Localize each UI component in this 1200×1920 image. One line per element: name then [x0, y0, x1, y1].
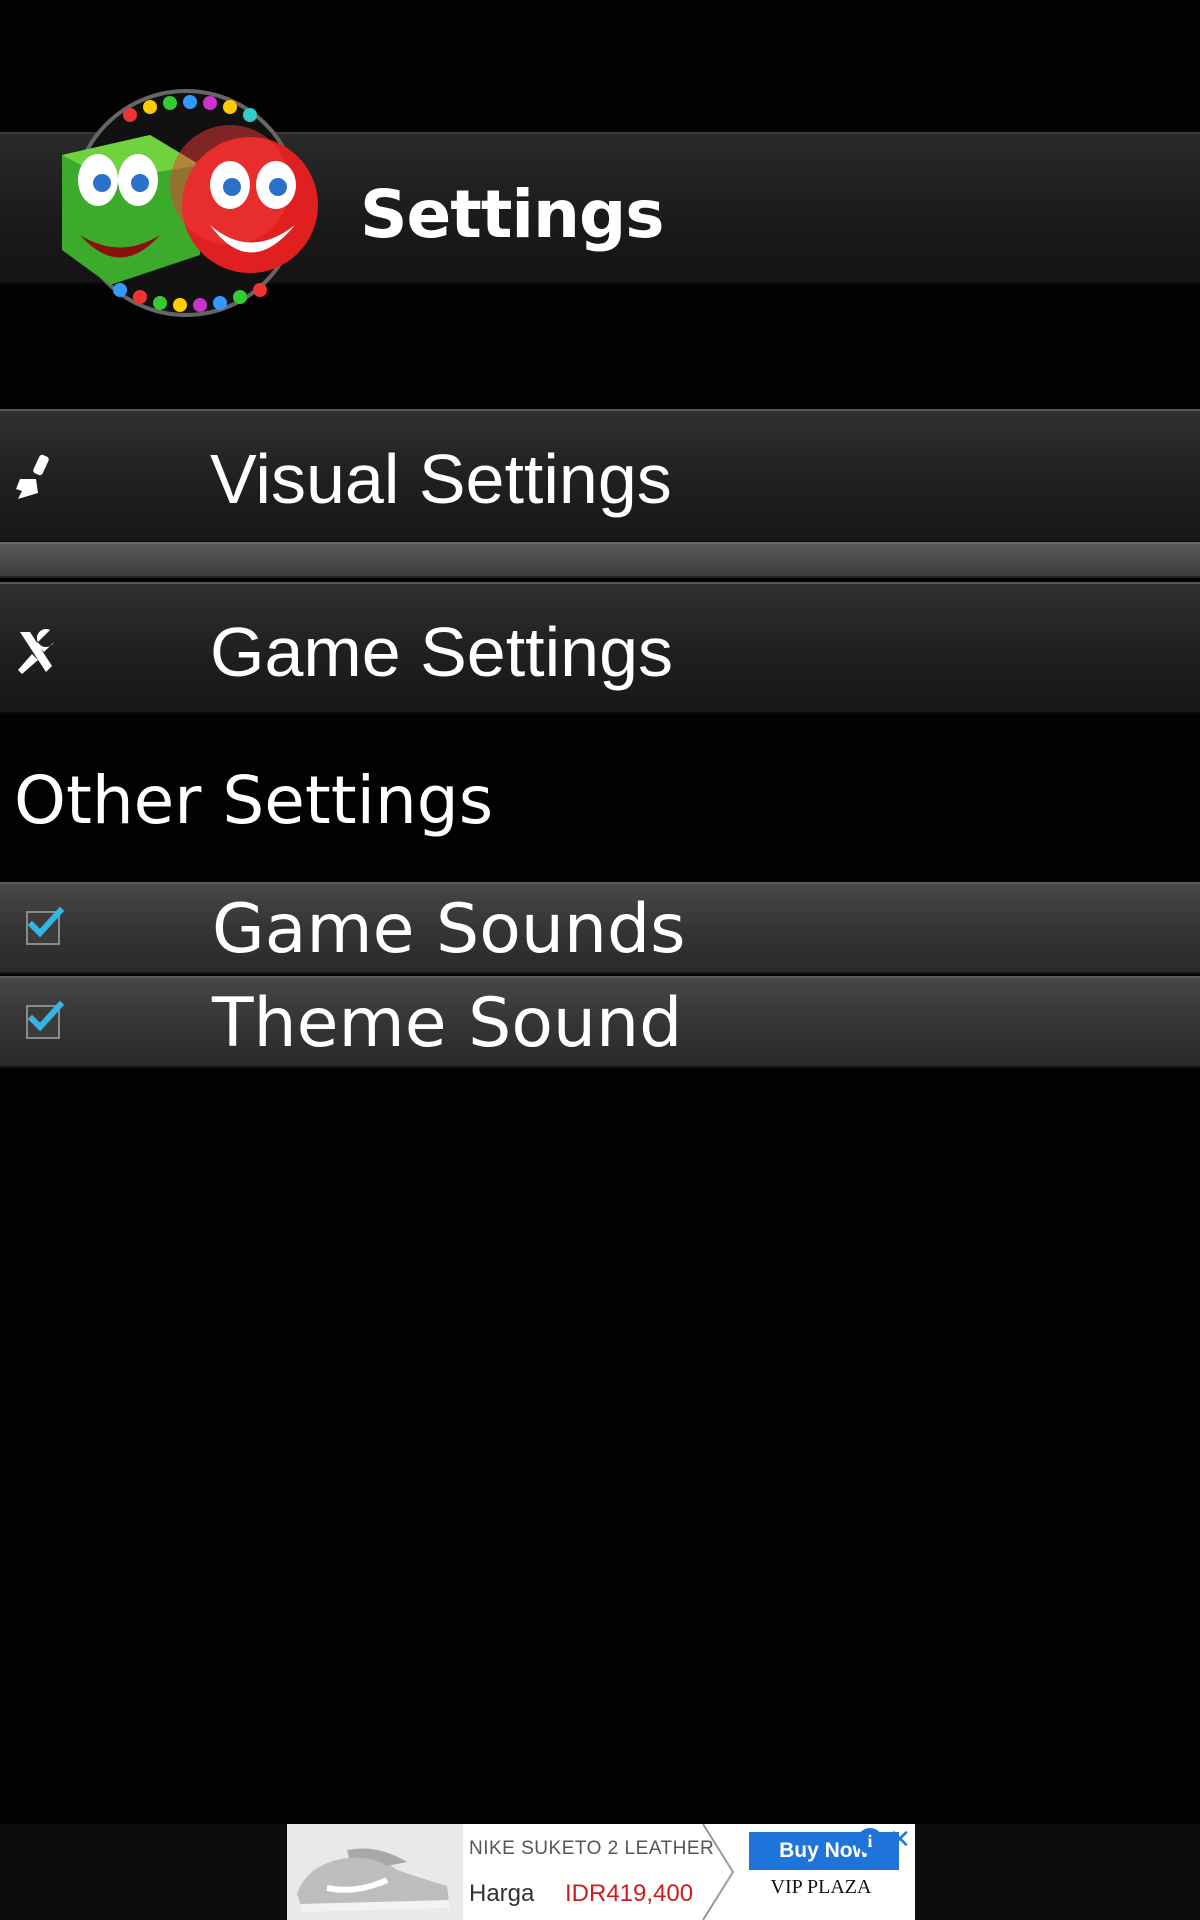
- ad-price: IDR419,400: [565, 1880, 694, 1907]
- game-sounds-row[interactable]: Game Sounds: [0, 882, 1200, 974]
- row-separator: [0, 542, 1200, 578]
- ad-price-label: Harga: [469, 1880, 535, 1907]
- ad-close-icon[interactable]: ✕: [887, 1826, 913, 1852]
- app-logo: [62, 89, 318, 317]
- sneaker-image: [297, 1848, 449, 1912]
- theme-sound-row[interactable]: Theme Sound: [0, 976, 1200, 1068]
- checkmark-icon: [27, 1000, 65, 1032]
- visual-settings-label: Visual Settings: [210, 440, 672, 518]
- ad-product-image[interactable]: [287, 1824, 463, 1920]
- tools-icon: [18, 629, 54, 674]
- page-title: Settings: [360, 176, 665, 253]
- ad-product-name: NIKE SUKETO 2 LEATHER: [469, 1838, 715, 1859]
- game-settings-row[interactable]: Game Settings: [0, 582, 1200, 714]
- theme-sound-label: Theme Sound: [212, 984, 683, 1063]
- chevron-right-icon: [702, 1824, 735, 1920]
- section-title-other-settings: Other Settings: [14, 762, 494, 839]
- game-settings-label: Game Settings: [210, 613, 673, 691]
- theme-sound-checkbox[interactable]: [26, 1000, 65, 1039]
- ad-banner[interactable]: NIKE SUKETO 2 LEATHER Harga IDR419,400 B…: [287, 1824, 915, 1920]
- checkmark-icon: [27, 906, 65, 938]
- ad-store-name: VIP PLAZA: [770, 1876, 872, 1898]
- visual-settings-row[interactable]: Visual Settings: [0, 409, 1200, 543]
- game-sounds-label: Game Sounds: [212, 890, 686, 969]
- ad-info-icon[interactable]: i: [857, 1828, 883, 1854]
- game-sounds-checkbox[interactable]: [26, 906, 65, 945]
- brush-icon: [16, 454, 49, 499]
